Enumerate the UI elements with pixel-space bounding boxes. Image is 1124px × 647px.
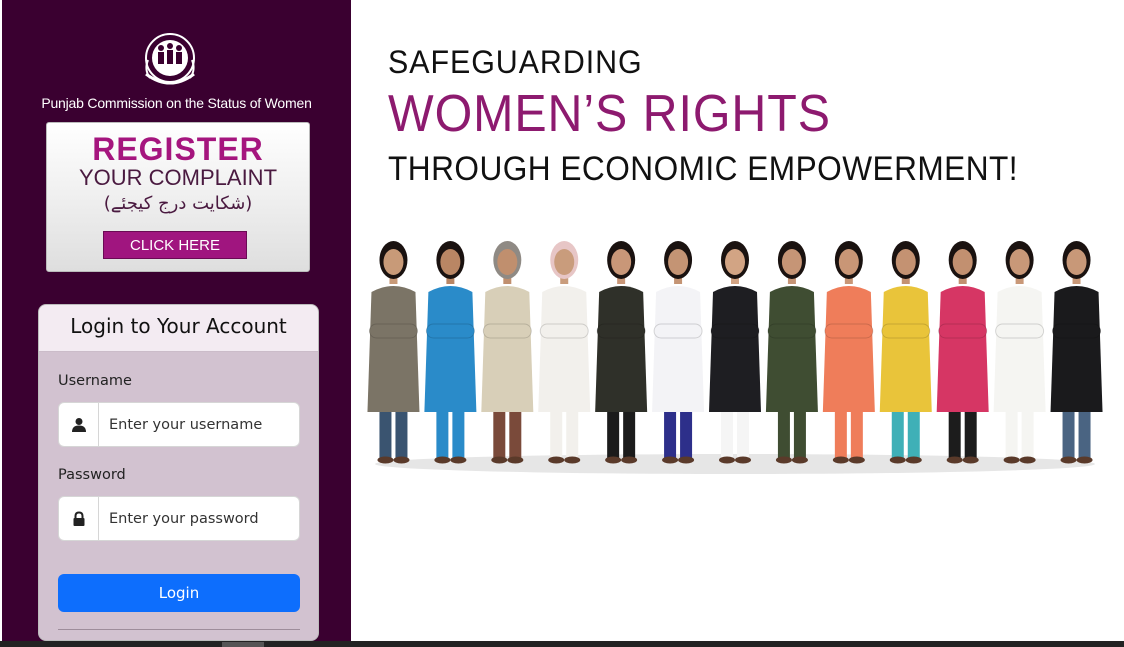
password-input[interactable] [99, 497, 299, 540]
person-figure [765, 241, 818, 464]
person-figure [481, 241, 534, 464]
person-figure [1050, 241, 1103, 464]
sidebar: Punjab Commission on the Status of Women… [2, 0, 351, 641]
person-figure [822, 241, 875, 464]
password-label: Password [58, 467, 126, 483]
login-heading: Login to Your Account [39, 305, 318, 352]
person-figure [709, 241, 761, 464]
register-urdu-text: (شکایت درج کیجئے) [103, 193, 253, 214]
person-figure [595, 241, 648, 464]
hero-headline-safeguarding: SAFEGUARDING [388, 44, 643, 80]
register-complaint-card[interactable]: REGISTER YOUR COMPLAINT (شکایت درج کیجئے… [46, 122, 310, 272]
login-button[interactable]: Login [58, 574, 300, 612]
person-figure [936, 241, 989, 464]
register-subtitle: YOUR COMPLAINT [78, 165, 278, 190]
person-figure [367, 241, 420, 464]
organization-name: Punjab Commission on the Status of Women [41, 95, 312, 111]
pcsw-emblem-icon [145, 33, 195, 85]
user-icon [59, 403, 99, 446]
register-title: REGISTER [92, 131, 264, 167]
person-figure [993, 241, 1046, 464]
password-input-group [58, 496, 300, 541]
person-figure [652, 241, 705, 464]
login-divider [58, 629, 300, 630]
click-here-button[interactable]: CLICK HERE [103, 231, 247, 259]
hero-headline-womens-rights: WOMEN’S RIGHTS [388, 85, 831, 143]
person-figure [424, 241, 477, 464]
women-group-banner-image [367, 241, 1103, 474]
person-figure [879, 241, 932, 464]
horizontal-scrollbar[interactable] [0, 641, 1124, 647]
username-input-group [58, 402, 300, 447]
username-input[interactable] [99, 403, 299, 446]
lock-icon [59, 497, 99, 540]
login-card: Login to Your Account Username Password … [38, 304, 319, 641]
scrollbar-thumb[interactable] [222, 642, 264, 647]
hero-headline-economic-empowerment: THROUGH ECONOMIC EMPOWERMENT! [388, 150, 1019, 188]
username-label: Username [58, 373, 132, 389]
person-figure [538, 241, 591, 464]
